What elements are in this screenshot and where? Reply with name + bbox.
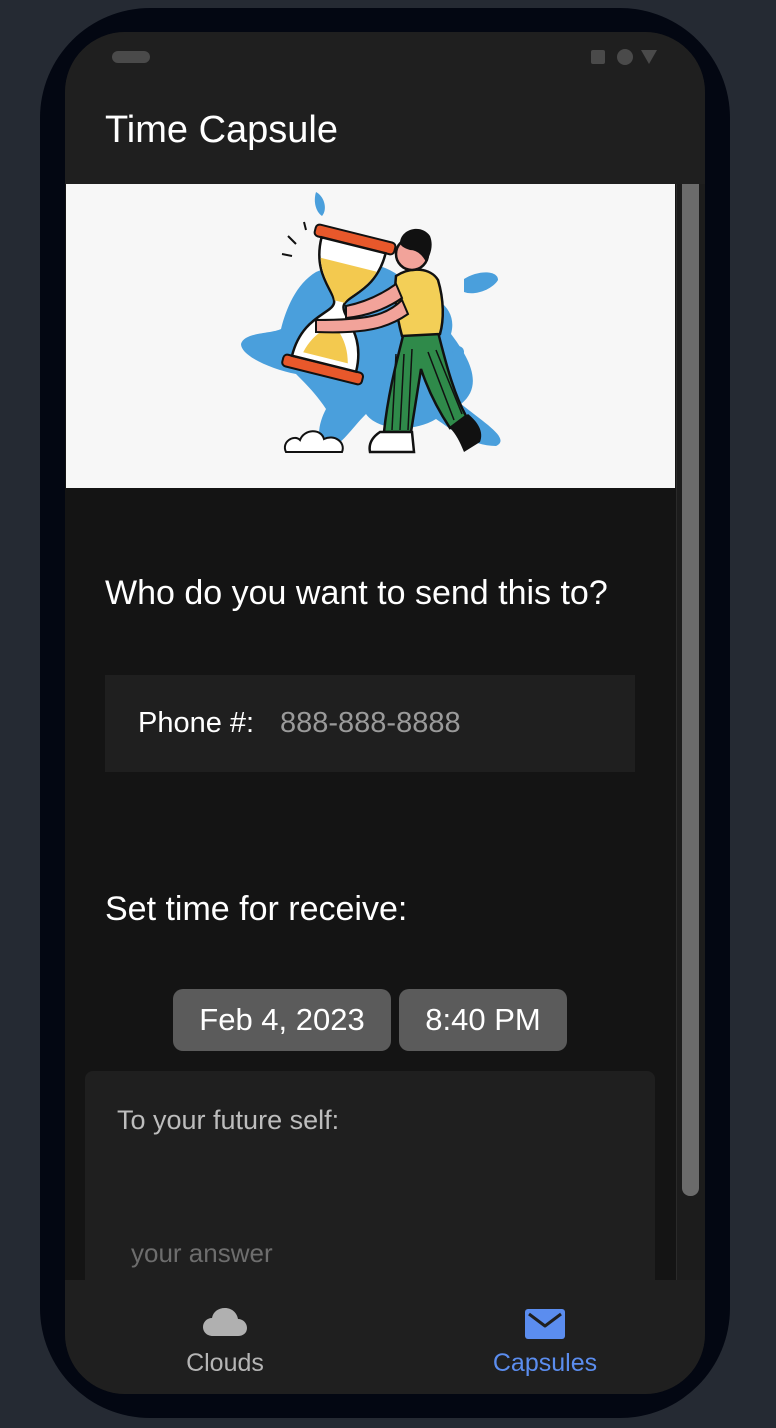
phone-field-container[interactable]: Phone #: xyxy=(105,675,635,772)
nav-item-capsules[interactable]: Capsules xyxy=(445,1280,645,1394)
message-label: To your future self: xyxy=(117,1105,340,1135)
nav-label-clouds: Clouds xyxy=(186,1349,264,1377)
message-card: To your future self: xyxy=(85,1071,655,1280)
nav-label-capsules: Capsules xyxy=(492,1349,598,1377)
status-bar xyxy=(65,32,705,92)
time-picker-button[interactable]: 8:40 PM xyxy=(399,989,567,1051)
camera-pill-icon xyxy=(112,51,150,63)
signal-icon xyxy=(641,50,657,64)
cloud-icon xyxy=(203,1308,247,1336)
nav-item-clouds[interactable]: Clouds xyxy=(125,1280,325,1394)
date-picker-button[interactable]: Feb 4, 2023 xyxy=(173,989,391,1051)
recipient-question: Who do you want to send this to? xyxy=(105,574,608,612)
recents-icon xyxy=(591,50,605,64)
message-input[interactable] xyxy=(131,1233,611,1273)
schedule-heading: Set time for receive: xyxy=(105,890,408,928)
phone-input[interactable] xyxy=(280,703,610,743)
hero-illustration xyxy=(66,184,675,488)
scroll-content[interactable]: Who do you want to send this to? Phone #… xyxy=(65,184,705,1280)
scrollbar-thumb[interactable] xyxy=(682,184,699,1196)
app-title: Time Capsule xyxy=(105,109,339,151)
bottom-navigation: Clouds Capsules xyxy=(65,1280,705,1394)
hourglass-person-illustration xyxy=(241,192,501,454)
app-screen: Time Capsule Who do you want to send thi… xyxy=(65,32,705,1394)
home-icon xyxy=(617,49,633,65)
mail-icon xyxy=(525,1309,565,1339)
app-bar: Time Capsule xyxy=(65,92,705,184)
phone-label: Phone #: xyxy=(138,707,255,739)
